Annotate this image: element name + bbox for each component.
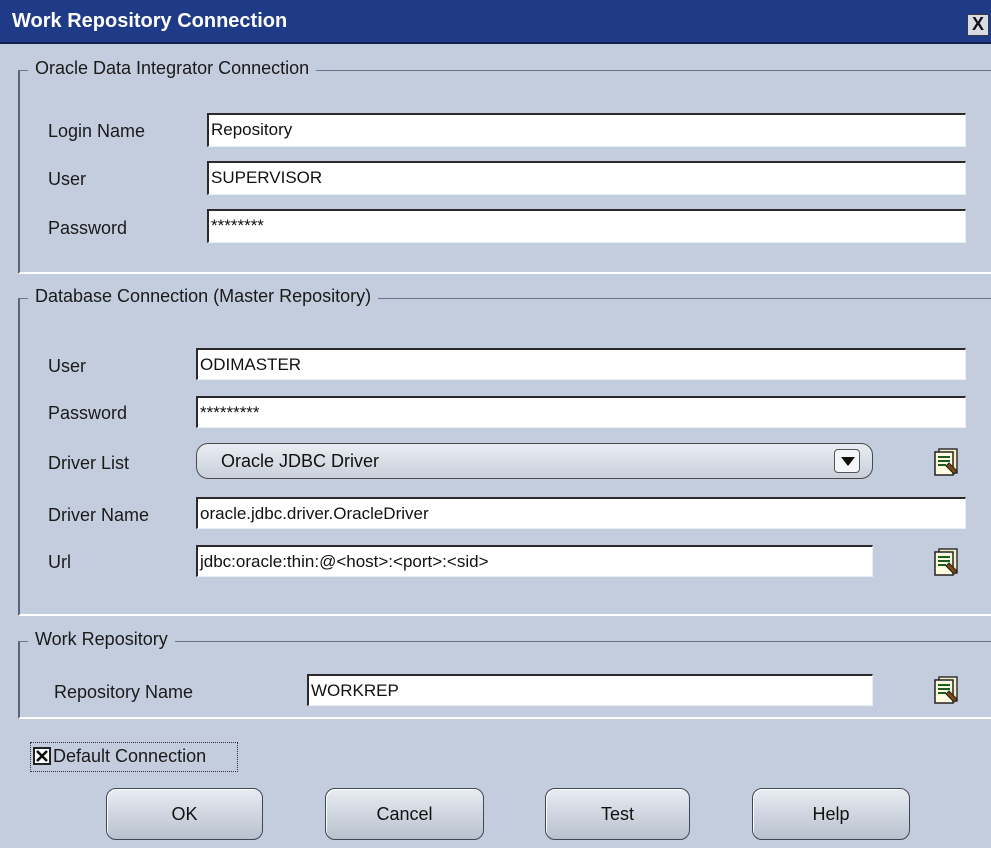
cancel-button[interactable]: Cancel: [325, 788, 484, 840]
db-password-field[interactable]: *********: [196, 396, 966, 428]
repository-name-field[interactable]: WORKREP: [307, 674, 873, 706]
odi-password-label: Password: [48, 218, 128, 238]
db-user-label: User: [48, 356, 87, 376]
db-connection-legend: Database Connection (Master Repository): [28, 286, 379, 307]
driver-name-field[interactable]: oracle.jdbc.driver.OracleDriver: [196, 497, 966, 529]
odi-password-field[interactable]: ********: [207, 209, 966, 243]
db-user-field[interactable]: ODIMASTER: [196, 348, 966, 380]
repository-name-label: Repository Name: [54, 682, 194, 702]
checkbox-box[interactable]: [33, 747, 51, 765]
title-bar: Work Repository Connection X: [0, 0, 991, 44]
db-password-label: Password: [48, 403, 128, 423]
repository-name-wizard-icon[interactable]: [934, 676, 960, 704]
login-name-field[interactable]: Repository: [207, 113, 966, 147]
login-name-label: Login Name: [48, 121, 146, 141]
default-connection-label: Default Connection: [53, 746, 207, 766]
driver-name-label: Driver Name: [48, 505, 150, 525]
driver-list-label: Driver List: [48, 453, 130, 473]
url-label: Url: [48, 552, 71, 572]
default-connection-checkbox[interactable]: Default Connection: [30, 742, 238, 772]
check-x-icon: [36, 750, 48, 762]
url-field[interactable]: jdbc:oracle:thin:@<host>:<port>:<sid>: [196, 545, 873, 577]
driver-list-value: Oracle JDBC Driver: [221, 451, 380, 471]
url-wizard-icon[interactable]: [934, 548, 960, 576]
window-title: Work Repository Connection: [12, 10, 288, 32]
test-button[interactable]: Test: [545, 788, 690, 840]
odi-user-label: User: [48, 169, 87, 189]
work-repository-legend: Work Repository: [28, 629, 175, 650]
driver-list-wizard-icon[interactable]: [934, 448, 960, 476]
chevron-down-icon[interactable]: [834, 449, 860, 473]
odi-user-field[interactable]: SUPERVISOR: [207, 161, 966, 195]
odi-connection-legend: Oracle Data Integrator Connection: [28, 58, 317, 79]
driver-list-dropdown[interactable]: Oracle JDBC Driver: [196, 443, 873, 479]
close-button[interactable]: X: [967, 14, 989, 36]
ok-button[interactable]: OK: [106, 788, 263, 840]
help-button[interactable]: Help: [752, 788, 910, 840]
